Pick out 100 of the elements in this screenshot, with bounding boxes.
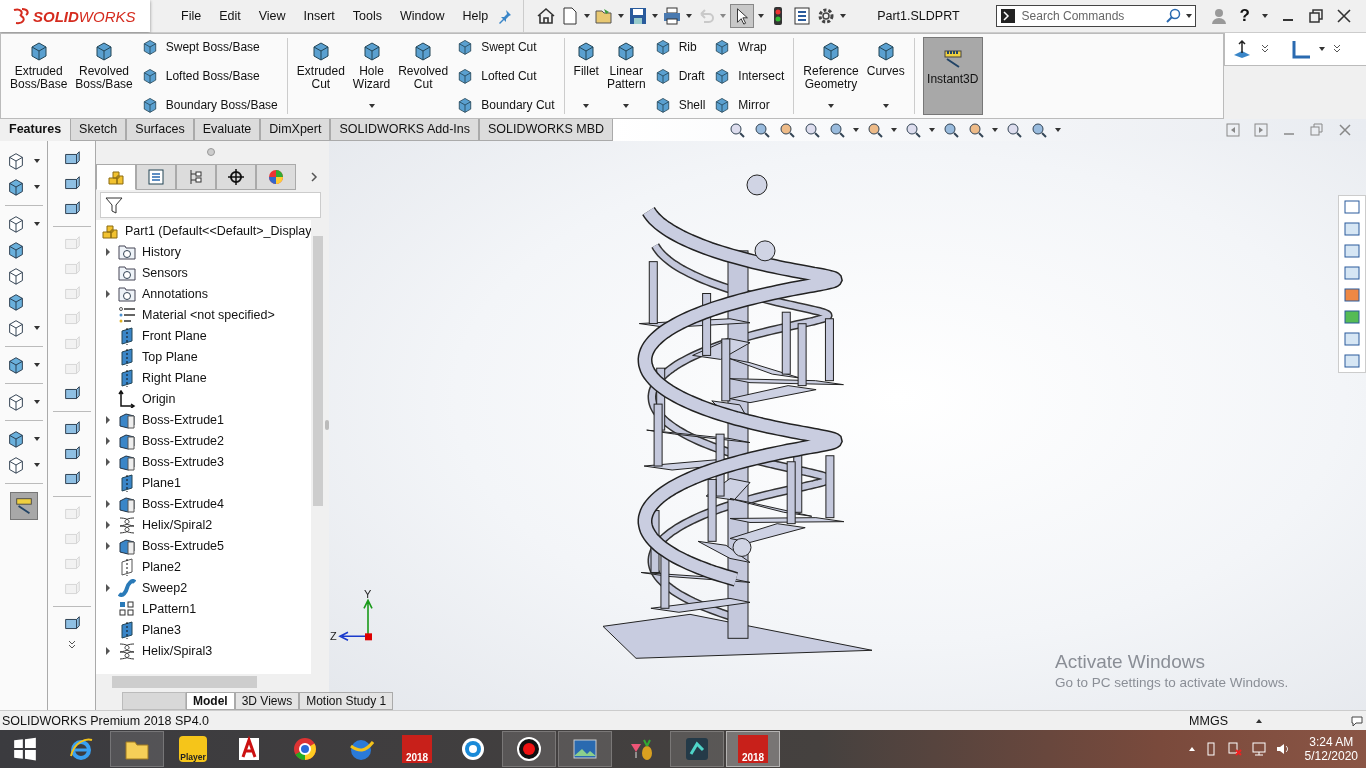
caret-icon[interactable] [368,103,375,108]
caret-icon[interactable] [33,362,40,367]
task-pane-icon[interactable] [1343,329,1361,348]
grip-icon[interactable] [206,147,215,156]
view-tool-icon[interactable] [828,120,847,139]
ribbon-tab[interactable]: SOLIDWORKS MBD [479,118,614,141]
expand-arrow-icon[interactable] [104,584,112,593]
close-icon[interactable] [1336,8,1352,24]
taskbar-app[interactable]: 2018 [726,731,780,767]
menu-item[interactable]: File [172,9,211,23]
ribbon-button[interactable]: Draft [653,66,706,85]
save-icon[interactable] [628,6,649,26]
print-icon[interactable] [662,6,683,26]
ribbon-button[interactable]: Fillet [570,38,602,114]
ribbon-button[interactable]: Swept Boss/Base [140,38,278,56]
ribbon-tab[interactable]: SOLIDWORKS Add-Ins [330,118,480,141]
caret-icon[interactable] [33,221,40,226]
tree-item[interactable]: Origin [142,392,176,407]
caret-icon[interactable] [992,127,999,132]
search-box[interactable]: Search Commands [995,5,1196,27]
ribbon-tab[interactable]: DimXpert [260,118,331,141]
caret-icon[interactable] [840,14,847,18]
tree-item[interactable]: Sensors [142,266,188,281]
view-tab[interactable]: Model [186,692,235,711]
ribbon-button[interactable]: Boundary Boss/Base [140,95,278,114]
ribbon-button[interactable]: Intersect [713,66,785,85]
clock-time[interactable]: 3:24 AM [1309,735,1354,749]
caret-icon[interactable] [652,14,659,18]
ribbon-button[interactable]: Lofted Boss/Base [140,66,278,85]
tree-item[interactable]: Boss-Extrude1 [142,413,224,428]
network-icon[interactable] [1226,741,1243,757]
caret-icon[interactable] [853,127,860,132]
expand-arrow-icon[interactable] [104,500,112,509]
filter-field[interactable] [100,191,321,218]
ribbon-button[interactable]: Hole Wizard [349,38,394,114]
menu-item[interactable]: Insert [294,9,344,23]
caret-icon[interactable] [33,158,40,163]
task-pane-icon[interactable] [1343,307,1361,326]
taskbar-app[interactable]: 2018 [390,731,444,767]
tree-item[interactable]: Boss-Extrude5 [142,539,224,554]
caret-icon[interactable] [33,184,40,189]
select-button[interactable] [730,4,755,28]
view-tool-icon[interactable] [866,120,885,139]
tree-item[interactable]: Plane3 [142,623,181,638]
view-tool-icon[interactable] [728,120,747,139]
tree-item[interactable]: Plane1 [142,476,181,491]
view-tool-icon[interactable] [778,120,797,139]
home-icon[interactable] [536,6,557,26]
tree-item[interactable]: Boss-Extrude3 [142,455,224,470]
instant3d-button[interactable] [9,491,38,520]
instant3d-button[interactable]: Instant3D [922,37,983,115]
expand-arrow-icon[interactable] [104,458,112,467]
ribbon-tab[interactable]: Surfaces [126,118,194,141]
ribbon-button[interactable]: Mirror [713,95,785,114]
caret-icon[interactable] [1319,47,1325,51]
clock-date[interactable]: 5/12/2020 [1304,749,1358,763]
caret-icon[interactable] [1185,14,1192,18]
windows-start-icon[interactable] [12,736,38,762]
chevron-right-icon[interactable] [308,170,320,183]
menu-item[interactable]: Edit [210,9,250,23]
view-tool-icon[interactable] [803,120,822,139]
menu-item[interactable]: View [249,9,295,23]
view-tool-icon[interactable] [904,120,923,139]
restore-icon[interactable] [1308,8,1324,24]
caret-icon[interactable] [33,399,40,404]
tree-item[interactable]: Boss-Extrude2 [142,434,224,449]
view-tool-icon[interactable] [1005,120,1024,139]
ribbon-button[interactable]: Extruded Boss/Base [7,38,71,114]
expand-arrow-icon[interactable] [104,290,112,299]
help-button[interactable]: ? [1239,6,1250,26]
view-tool-icon[interactable] [942,120,961,139]
speaker-icon[interactable] [1274,741,1291,757]
next-icon[interactable] [1254,122,1268,137]
tree-item[interactable]: Helix/Spiral3 [142,644,213,659]
ribbon-button[interactable]: Rib [653,38,706,56]
ribbon-tab[interactable]: Sketch [70,118,127,141]
expand-arrow-icon[interactable] [104,521,112,530]
ribbon-button[interactable]: Wrap [713,38,785,56]
taskbar-app[interactable]: Player [166,731,220,767]
tree-item[interactable]: Material <not specified> [142,308,275,323]
search-icon[interactable] [1165,8,1182,24]
caret-icon[interactable] [584,14,591,18]
ribbon-button[interactable]: Revolved Boss/Base [72,38,136,114]
computer-icon[interactable] [1250,741,1267,757]
tree-item[interactable]: Right Plane [142,371,207,386]
expand-icon[interactable] [1259,43,1271,55]
search-field[interactable]: Search Commands [1019,8,1162,24]
task-pane-icon[interactable] [1343,263,1361,282]
tree-item[interactable]: Helix/Spiral2 [142,518,213,533]
ribbon-button[interactable]: Linear Pattern [603,38,649,114]
tree-item[interactable]: Plane2 [142,560,181,575]
task-pane-icon[interactable] [1343,351,1361,370]
caret-icon[interactable] [618,14,625,18]
tree-item[interactable]: Boss-Extrude4 [142,497,224,512]
caret-icon[interactable] [758,14,765,18]
splitter-handle[interactable] [325,420,329,431]
expand-arrow-icon[interactable] [104,437,112,446]
caret-icon[interactable] [33,462,40,467]
ribbon-button[interactable]: Reference Geometry [800,38,862,114]
units-selector[interactable]: MMGS [1189,713,1228,728]
